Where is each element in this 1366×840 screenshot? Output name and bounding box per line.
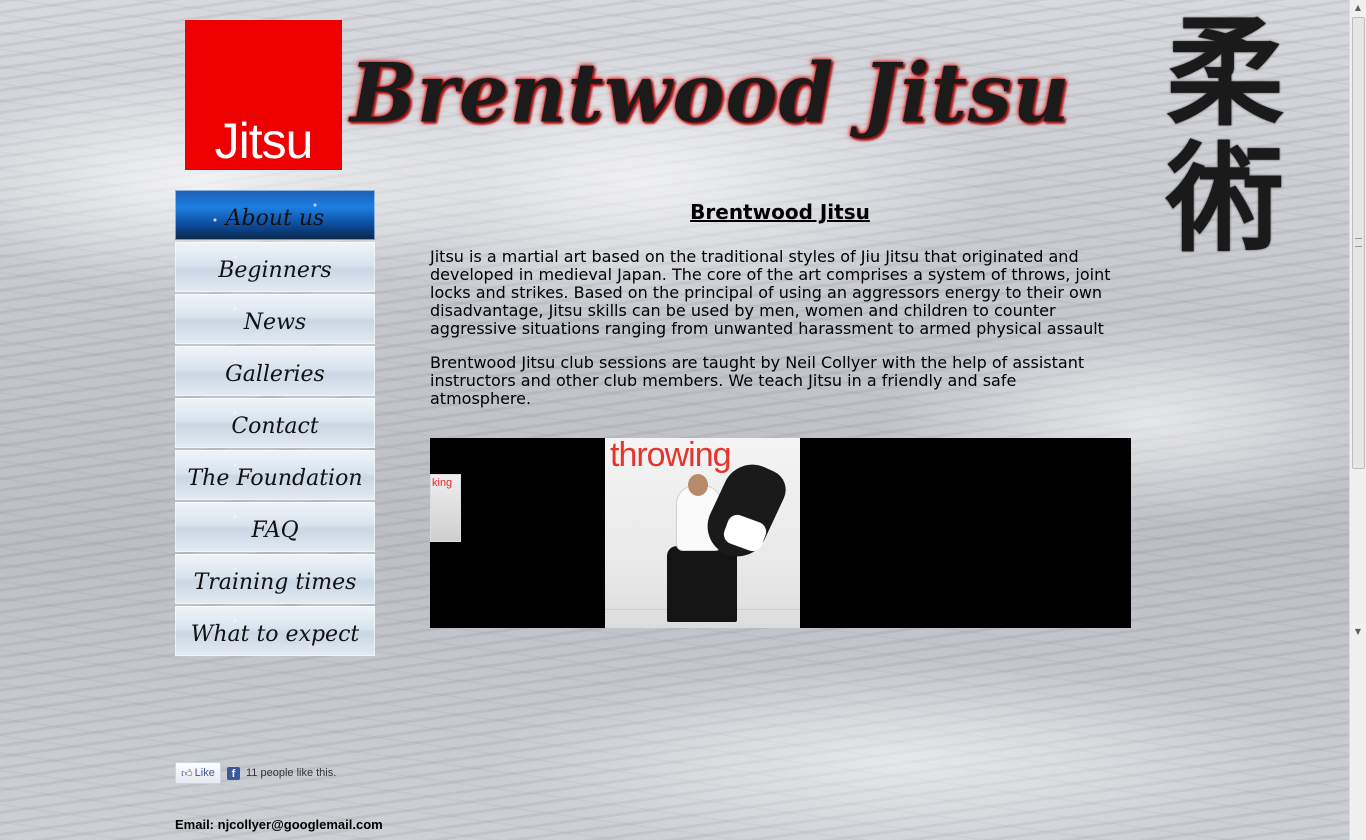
instructor-head — [688, 474, 708, 496]
nav-item-label: What to expect — [190, 622, 360, 647]
nav-item-label: About us — [225, 206, 325, 231]
scroll-thumb[interactable] — [1352, 17, 1365, 469]
slideshow-current-image[interactable]: throwing — [605, 438, 800, 628]
scroll-up-arrow-icon[interactable]: ▲ — [1350, 0, 1366, 16]
nav-item-label: Contact — [231, 414, 319, 439]
nav-item-what-to-expect[interactable]: What to expect — [175, 606, 375, 656]
like-button[interactable]: 👍︎ Like — [175, 762, 221, 784]
thumbs-up-icon: 👍︎ — [181, 767, 193, 780]
nav-item-label: FAQ — [251, 518, 299, 543]
like-button-label: Like — [194, 767, 215, 779]
nav-item-label: News — [243, 310, 307, 335]
nav-item-training-times[interactable]: Training times — [175, 554, 375, 604]
nav-item-about-us[interactable]: About us — [175, 190, 375, 240]
slideshow-prev-thumbnail[interactable]: king — [430, 474, 461, 542]
vertical-scrollbar[interactable]: ▲ ▼ — [1349, 0, 1366, 840]
kanji-calligraphy: 柔術 — [1165, 4, 1284, 268]
logo-text: Jitsu — [214, 113, 314, 169]
contact-email[interactable]: Email: njcollyer@googlemail.com — [175, 817, 383, 832]
club-paragraph: Brentwood Jitsu club sessions are taught… — [430, 353, 1085, 408]
scroll-down-arrow-icon[interactable]: ▼ — [1350, 624, 1366, 640]
main-content: Brentwood Jitsu Jitsu is a martial art b… — [430, 200, 1130, 424]
page-title: Brentwood Jitsu — [690, 200, 870, 224]
nav-item-faq[interactable]: FAQ — [175, 502, 375, 552]
nav-item-label: The Foundation — [187, 466, 363, 491]
nav-item-galleries[interactable]: Galleries — [175, 346, 375, 396]
jitsu-logo[interactable]: Jitsu — [185, 20, 342, 170]
main-nav: About us Beginners welcome News Gallerie… — [175, 190, 375, 658]
nav-item-news[interactable]: News — [175, 294, 375, 344]
nav-item-label: Training times — [193, 570, 357, 595]
photo-slideshow[interactable]: king throwing — [430, 438, 1131, 628]
slide-caption: throwing — [610, 438, 732, 474]
instructor-hakama — [667, 546, 737, 622]
facebook-icon: f — [227, 766, 240, 780]
intro-paragraph: Jitsu is a martial art based on the trad… — [430, 247, 1111, 338]
nav-item-label: Galleries — [225, 362, 325, 387]
prev-thumbnail-caption: king — [432, 477, 453, 489]
site-title: Brentwood Jitsu — [350, 45, 1071, 142]
nav-item-the-foundation[interactable]: The Foundation — [175, 450, 375, 500]
like-count: 11 people like this. — [246, 767, 337, 779]
facebook-like-widget: 👍︎ Like f 11 people like this. — [175, 762, 336, 784]
nav-item-contact[interactable]: Contact — [175, 398, 375, 448]
nav-item-beginners-welcome[interactable]: Beginners welcome — [175, 242, 375, 333]
scroll-grip-icon — [1355, 238, 1362, 247]
